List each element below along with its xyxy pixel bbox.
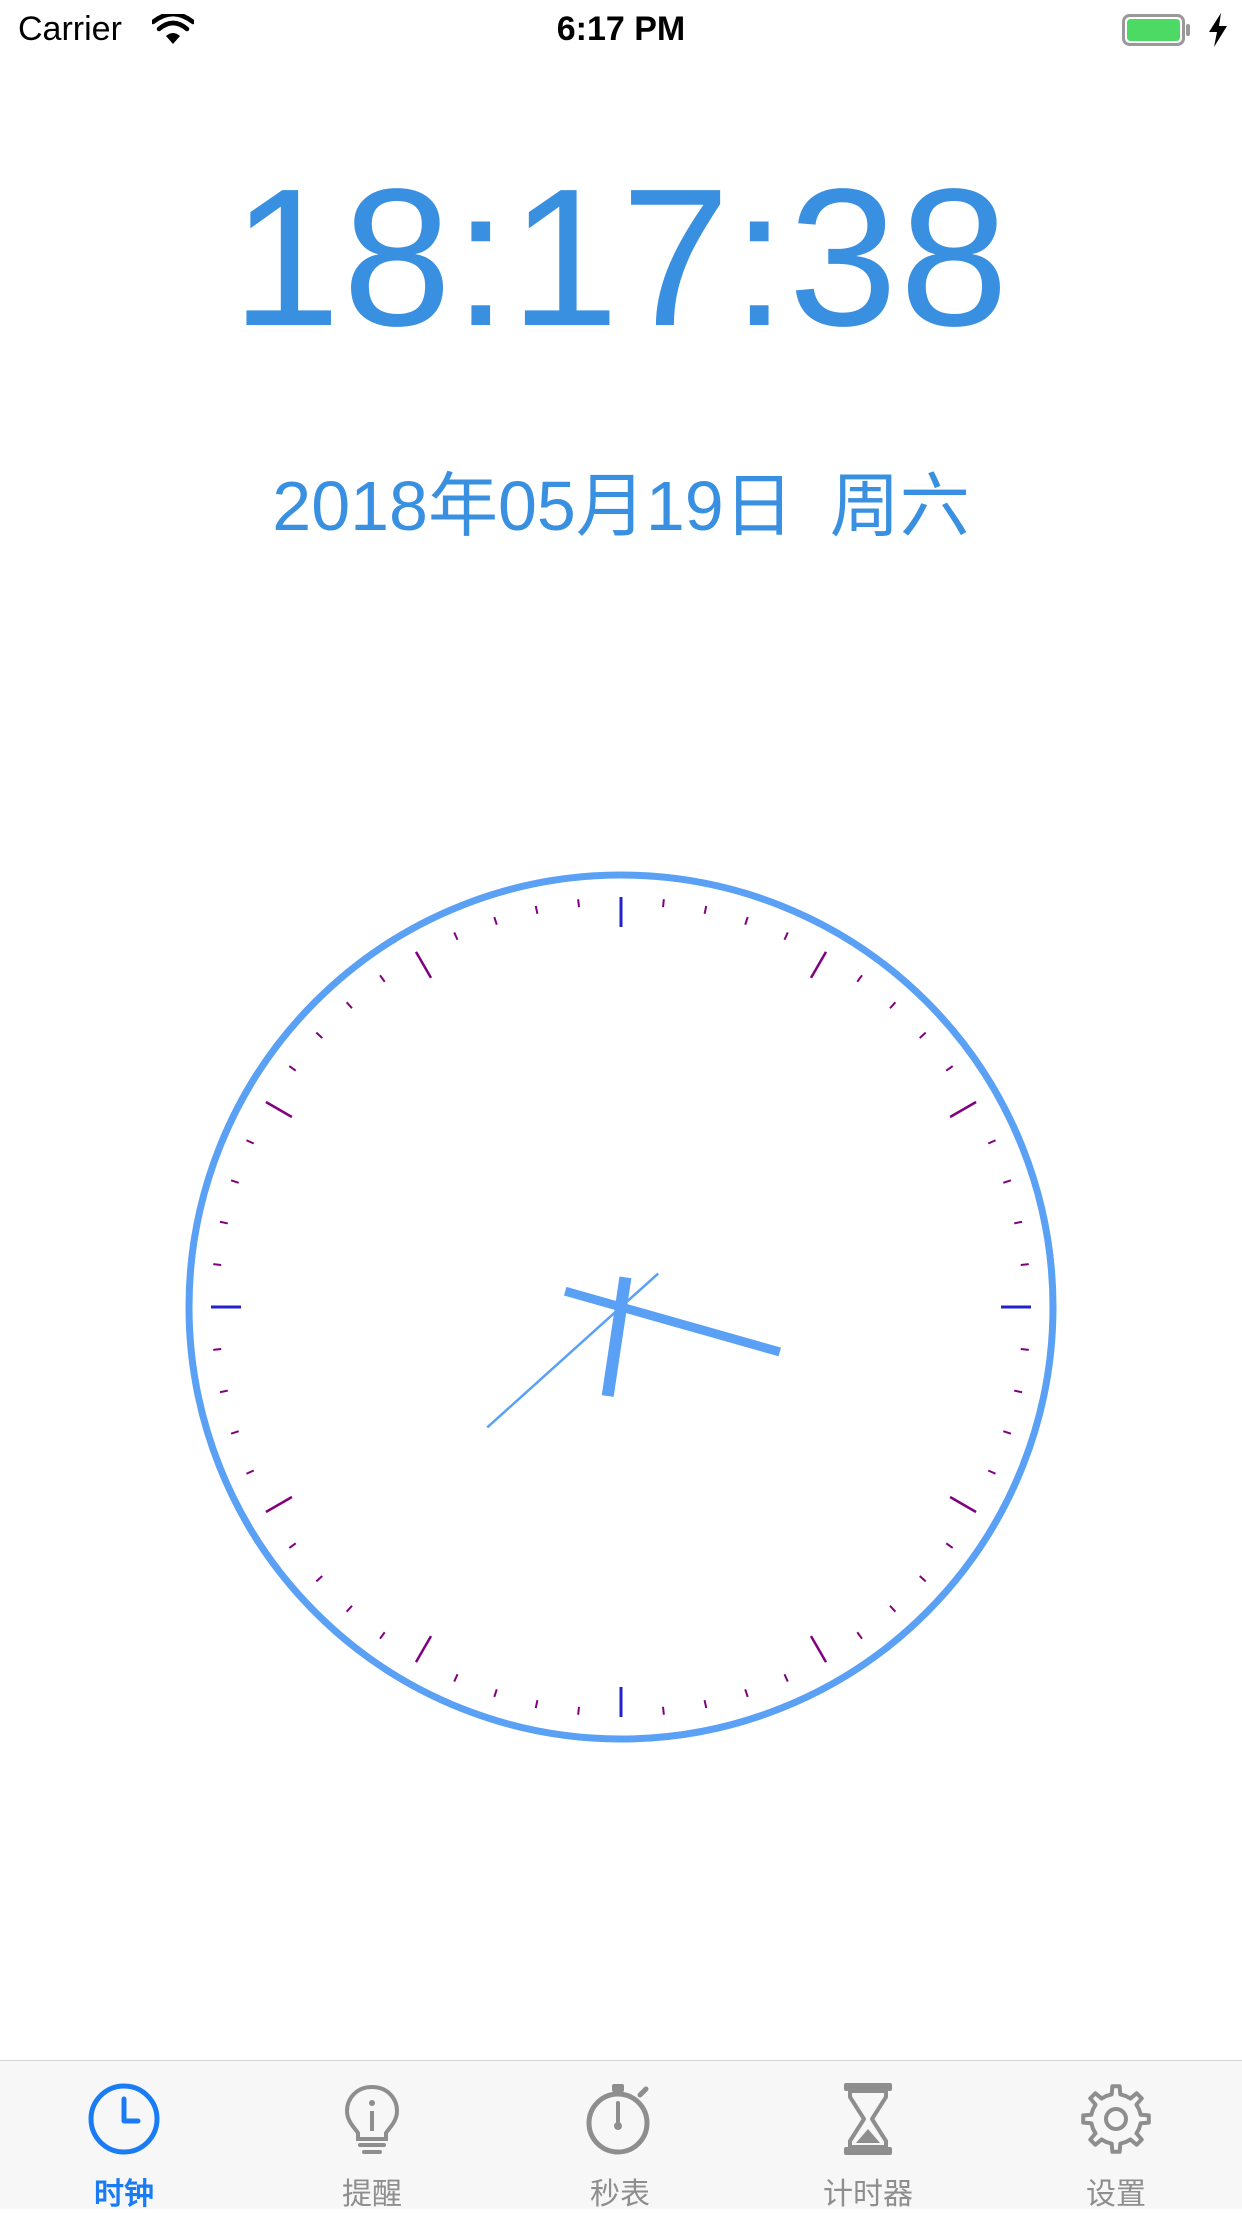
minute-tick (230, 1430, 239, 1435)
minute-tick (315, 1575, 323, 1583)
minute-tick (379, 974, 386, 983)
date-line: 2018年05月19日 周六 (0, 466, 1242, 546)
hour-tick (414, 951, 433, 979)
minute-tick (213, 1348, 222, 1351)
minute-tick (534, 1700, 539, 1709)
minute-tick (230, 1179, 239, 1184)
tab-timer[interactable]: 计时器 (744, 2061, 992, 2211)
hour-tick (809, 1635, 828, 1663)
minute-tick (744, 1689, 749, 1698)
minute-tick (662, 1706, 665, 1715)
tab-label: 时钟 (94, 2178, 154, 2211)
minute-tick (987, 1469, 996, 1475)
minute-tick (889, 1001, 897, 1009)
stopwatch-icon (586, 2084, 650, 2155)
hour-tick (265, 1495, 293, 1514)
minute-tick (577, 899, 580, 908)
minute-tick (889, 1605, 897, 1613)
minute-tick (493, 1689, 498, 1698)
clock-icon (88, 2083, 160, 2155)
tab-stopwatch[interactable]: 秒表 (496, 2061, 744, 2211)
tab-label: 计时器 (823, 2178, 913, 2211)
minute-tick (493, 916, 498, 925)
minute-tick (1003, 1179, 1012, 1184)
minute-tick (945, 1542, 954, 1549)
minute-tick (315, 1031, 323, 1039)
minute-tick (919, 1031, 927, 1039)
minute-tick (453, 932, 459, 941)
tab-reminder[interactable]: 提醒 (248, 2061, 496, 2211)
status-bar: Carrier 6:17 PM (0, 0, 1242, 60)
minute-tick (945, 1065, 954, 1072)
tab-bar: 时钟 提醒 秒表 计时器 设置 (0, 2060, 1242, 2211)
minute-tick (379, 1631, 386, 1640)
hour-tick (949, 1100, 977, 1119)
status-time: 6:17 PM (556, 10, 686, 48)
tab-settings[interactable]: 设置 (992, 2061, 1240, 2211)
hourglass-icon (844, 2083, 892, 2155)
minute-tick (246, 1469, 255, 1475)
minute-tick (246, 1139, 255, 1145)
minute-tick (453, 1673, 459, 1682)
hour-tick (809, 951, 828, 979)
minute-tick (703, 905, 708, 914)
minute-tick (345, 1605, 353, 1613)
minute-tick (577, 1706, 580, 1715)
hour-hand (601, 1276, 632, 1397)
charging-bolt-icon (1209, 13, 1227, 47)
hour-tick (265, 1100, 293, 1119)
hour-tick (949, 1495, 977, 1514)
minute-tick (856, 1631, 863, 1640)
tab-clock[interactable]: 时钟 (0, 2061, 248, 2211)
minute-hand (563, 1286, 781, 1357)
hour-tick (414, 1635, 433, 1663)
minute-tick (1014, 1389, 1023, 1394)
minute-tick (783, 1673, 789, 1682)
lightbulb-icon (344, 2084, 400, 2154)
digital-time: 18:17:38 (231, 148, 1011, 367)
minute-tick (703, 1700, 708, 1709)
minute-tick (219, 1389, 228, 1394)
gear-icon (1081, 2084, 1151, 2154)
tab-label: 设置 (1086, 2178, 1146, 2211)
minute-tick (213, 1263, 222, 1266)
tab-label: 秒表 (590, 2178, 650, 2211)
minute-tick (345, 1001, 353, 1009)
minute-tick (919, 1575, 927, 1583)
minute-tick (1020, 1348, 1029, 1351)
date-label: 2018年05月19日 (272, 467, 794, 545)
minute-tick (856, 974, 863, 983)
minute-tick (288, 1065, 297, 1072)
minute-tick (1020, 1263, 1029, 1266)
minute-tick (219, 1220, 228, 1225)
minute-tick (288, 1542, 297, 1549)
minute-tick (534, 905, 539, 914)
minute-tick (987, 1139, 996, 1145)
minute-tick (744, 916, 749, 925)
weekday-label: 周六 (829, 467, 970, 545)
battery-icon (1122, 14, 1190, 46)
minute-tick (1003, 1430, 1012, 1435)
minute-tick (662, 899, 665, 908)
minute-tick (1014, 1220, 1023, 1225)
analog-clock (185, 871, 1057, 1743)
minute-tick (783, 932, 789, 941)
tab-label: 提醒 (342, 2178, 402, 2211)
